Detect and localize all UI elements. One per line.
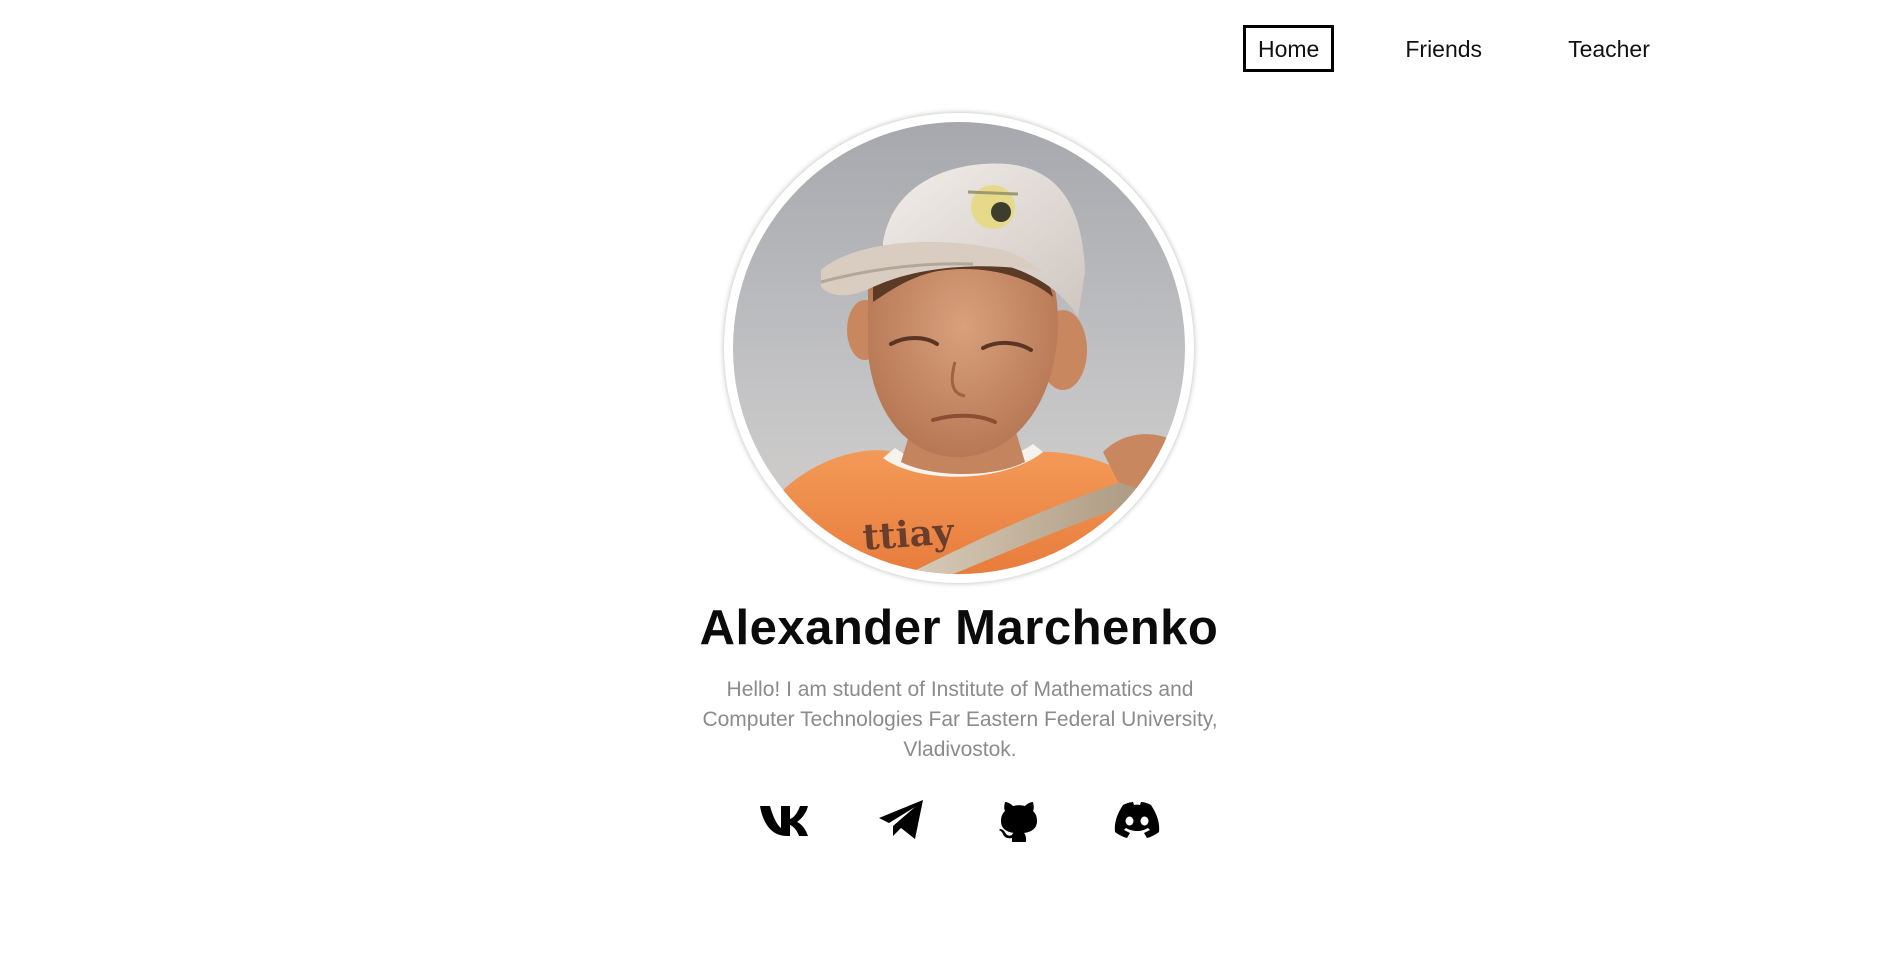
- nav-teacher-link[interactable]: Teacher: [1553, 25, 1665, 72]
- discord-link[interactable]: [1111, 800, 1163, 844]
- profile-name: Alexander Marchenko: [699, 601, 1219, 655]
- vk-icon: [758, 803, 808, 842]
- nav-friends-link[interactable]: Friends: [1390, 25, 1497, 72]
- profile-photo: ttiay: [733, 122, 1185, 574]
- discord-icon: [1113, 801, 1161, 843]
- avatar: ttiay: [724, 113, 1194, 583]
- telegram-icon: [877, 799, 925, 846]
- telegram-link[interactable]: [875, 799, 927, 846]
- github-link[interactable]: [993, 800, 1045, 844]
- vk-link[interactable]: [757, 800, 809, 844]
- top-nav: Home Friends Teacher: [1243, 25, 1665, 72]
- social-links: [757, 799, 1163, 846]
- page: Home Friends Teacher ttiay Alexander Mar…: [0, 0, 1895, 974]
- github-icon: [998, 798, 1040, 847]
- nav-home-link[interactable]: Home: [1243, 25, 1335, 72]
- shirt-print: ttiay: [861, 510, 956, 558]
- profile-bio: Hello! I am student of Institute of Math…: [702, 678, 1218, 761]
